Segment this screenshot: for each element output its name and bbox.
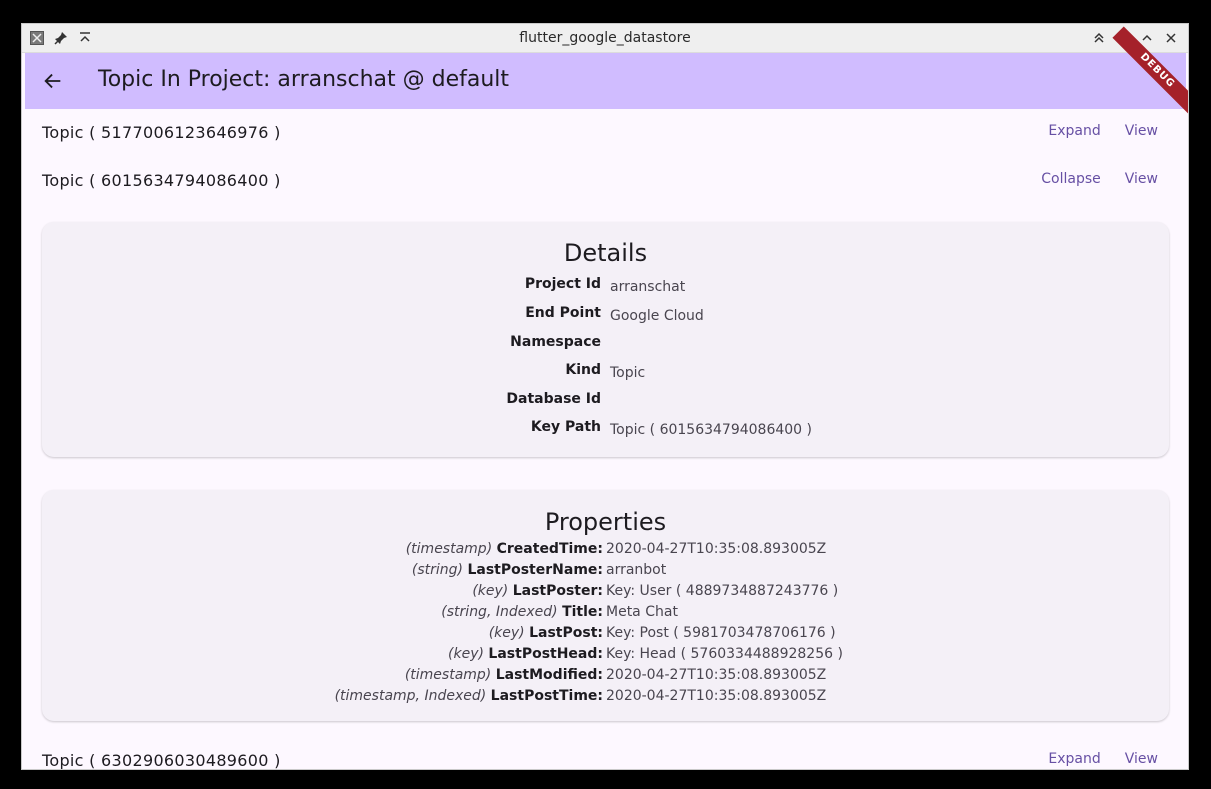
window-title: flutter_google_datastore (519, 30, 691, 46)
property-type: (string) (411, 562, 463, 578)
property-value: 2020-04-27T10:35:08.893005Z (606, 688, 827, 704)
detail-row-kind: Kind Topic (42, 362, 1169, 384)
property-name: LastModified: (495, 667, 603, 683)
property-name: CreatedTime: (496, 541, 603, 557)
property-value: 2020-04-27T10:35:08.893005Z (606, 541, 827, 557)
detail-key: End Point (525, 305, 601, 321)
property-name: LastPosterName: (467, 562, 603, 578)
property-row: (timestamp) CreatedTime: 2020-04-27T10:3… (42, 541, 1169, 562)
property-value: Key: User ( 4889734887243776 ) (606, 583, 839, 599)
topic-row: Topic ( 6015634794086400 ) Collapse View (25, 157, 1186, 205)
property-type: (string, Indexed) (441, 604, 558, 620)
back-button[interactable] (37, 65, 69, 97)
view-button[interactable]: View (1113, 751, 1170, 767)
detail-value: Topic ( 6015634794086400 ) (610, 422, 813, 438)
expand-button[interactable]: Expand (1036, 751, 1112, 767)
app-bar: Topic In Project: arranschat @ default D… (25, 26, 1188, 116)
view-button[interactable]: View (1113, 171, 1170, 187)
topic-row: Topic ( 5177006123646976 ) Expand View (25, 109, 1186, 157)
property-row: (key) LastPost: Key: Post ( 598170347870… (42, 625, 1169, 646)
property-row: (key) LastPostHead: Key: Head ( 57603344… (42, 646, 1169, 667)
properties-title: Properties (544, 508, 667, 536)
property-name: LastPostHead: (488, 646, 603, 662)
property-value: Key: Post ( 5981703478706176 ) (606, 625, 836, 641)
detail-row-project-id: Project Id arranschat (42, 276, 1169, 298)
details-card: Details Project Id arranschat End Point … (42, 222, 1169, 457)
property-type: (key) (488, 625, 525, 641)
arrow-back-icon (44, 73, 61, 89)
detail-key: Project Id (524, 276, 601, 292)
detail-row-database-id: Database Id (42, 391, 1169, 413)
detail-value: Google Cloud (610, 308, 704, 324)
property-row: (key) LastPoster: Key: User ( 4889734887… (42, 583, 1169, 604)
detail-row-end-point: End Point Google Cloud (42, 305, 1169, 327)
property-value: Meta Chat (606, 604, 678, 620)
property-type: (timestamp, Indexed) (334, 688, 487, 704)
detail-value: arranschat (610, 279, 686, 295)
detail-row-key-path: Key Path Topic ( 6015634794086400 ) (42, 419, 1169, 441)
property-name: LastPostTime: (490, 688, 603, 704)
detail-key: Kind (565, 362, 601, 378)
property-name: LastPoster: (512, 583, 603, 599)
view-button[interactable]: View (1113, 123, 1170, 139)
properties-card: Properties (timestamp) CreatedTime: 2020… (42, 490, 1169, 721)
app-window: flutter_google_datastore Topic In Projec… (21, 23, 1189, 770)
close-icon[interactable] (1162, 29, 1180, 47)
page-title: Topic In Project: arranschat @ default (98, 67, 510, 92)
property-value: arranbot (606, 562, 667, 578)
property-value: 2020-04-27T10:35:08.893005Z (606, 667, 827, 683)
topic-row: Topic ( 6302906030489600 ) Expand View (25, 737, 1186, 769)
property-type: (key) (448, 646, 484, 662)
property-type: (key) (472, 583, 509, 599)
property-type: (timestamp) (404, 667, 492, 683)
detail-value: Topic (610, 365, 646, 381)
property-row: (string, Indexed) Title: Meta Chat (42, 604, 1169, 625)
collapse-button[interactable]: Collapse (1029, 171, 1113, 187)
property-name: Title: (562, 604, 603, 620)
topic-label: Topic ( 5177006123646976 ) (42, 123, 281, 142)
detail-row-namespace: Namespace (42, 334, 1169, 356)
topic-list[interactable]: Topic ( 5177006123646976 ) Expand View T… (25, 109, 1186, 769)
detail-key: Database Id (506, 391, 601, 407)
property-type: (timestamp) (405, 541, 493, 557)
property-row: (timestamp) LastModified: 2020-04-27T10:… (42, 667, 1169, 688)
expand-button[interactable]: Expand (1036, 123, 1112, 139)
shade-icon[interactable] (1090, 29, 1108, 47)
detail-key: Namespace (510, 334, 601, 350)
detail-key: Key Path (530, 419, 601, 435)
property-row: (timestamp, Indexed) LastPostTime: 2020-… (42, 688, 1169, 709)
window-titlebar: flutter_google_datastore (22, 24, 1188, 53)
property-value: Key: Head ( 5760334488928256 ) (606, 646, 843, 662)
property-name: LastPost: (529, 625, 603, 641)
topic-label: Topic ( 6302906030489600 ) (42, 751, 281, 769)
details-title: Details (563, 239, 648, 267)
property-row: (string) LastPosterName: arranbot (42, 562, 1169, 583)
topic-label: Topic ( 6015634794086400 ) (42, 171, 281, 190)
